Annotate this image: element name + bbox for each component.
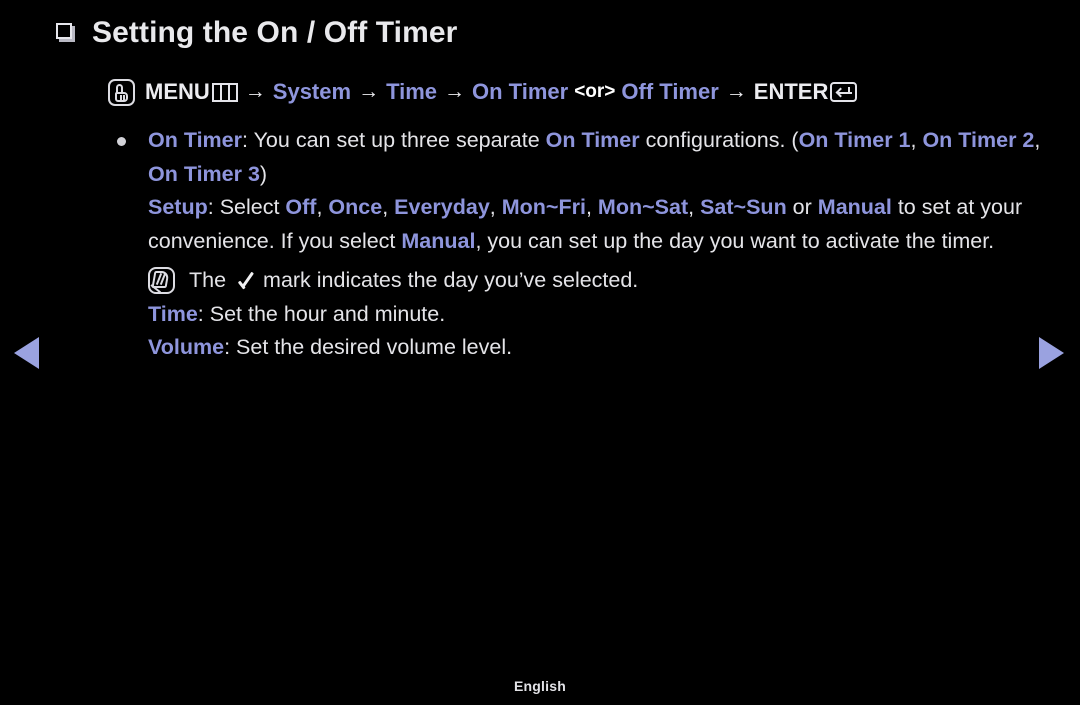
option-sat-sun: Sat~Sun [700,195,787,219]
path-arrow-2: → [358,80,380,103]
paragraph-setup-row: Setup: Select Off, Once, Everyday, Mon~F… [108,191,1048,258]
paragraph-volume: Volume: Set the desired volume level. [148,331,1048,365]
path-arrow-1: → [244,80,266,103]
term-on-timer-2: On Timer [545,128,640,152]
page-title-row: Setting the On / Off Timer [56,12,457,54]
p2-text-c: , you can set up the day you want to act… [475,228,995,253]
term-on-timer: On Timer [148,128,242,152]
p1-sep-1: , [910,128,923,152]
menu-path-on-timer[interactable]: On Timer [472,76,568,108]
note-text-a: The [189,268,233,292]
p2-text-a: Select [219,195,286,219]
p1-text-a: You can set up three separate [253,128,546,152]
p1-colon: : [242,128,254,152]
term-volume: Volume [148,335,225,359]
note-text-b: mark indicates the day you’ve selected. [263,268,639,292]
prev-page-button[interactable] [14,337,44,369]
p2-sep-0: , [316,195,329,219]
note-row: The mark indicates the day you’ve select… [108,264,1048,298]
note-text: The mark indicates the day you’ve select… [189,264,638,298]
p1-close: ) [259,161,268,186]
item-on-timer-1: On Timer 1 [798,128,911,152]
menu-path-breadcrumb: MENU → System → Time → On Timer <or> Off… [108,76,858,108]
title-square-bullet-icon [56,23,75,42]
right-triangle-icon [1039,337,1064,369]
content-body: On Timer: You can set up three separate … [108,124,1048,365]
paragraph-volume-row: Volume: Set the desired volume level. [108,331,1048,365]
next-page-button[interactable] [1039,337,1069,369]
option-everyday: Everyday [394,195,490,219]
option-mon-fri: Mon~Fri [501,195,586,219]
option-once: Once [328,195,383,219]
p2-sep-2: , [489,195,502,219]
option-manual-2: Manual [401,228,476,253]
note-pen-icon [148,267,175,294]
page-title: Setting the On / Off Timer [92,16,458,49]
option-mon-sat: Mon~Sat [597,195,689,219]
item-on-timer-2: On Timer 2 [922,128,1035,152]
term-setup: Setup [148,195,208,219]
p1-sep-2: , [1034,128,1041,152]
paragraph-time-row: Time: Set the hour and minute. [108,298,1048,332]
hand-touch-icon [108,78,135,106]
option-manual: Manual [817,195,892,219]
p1-text-b: configurations. ( [639,128,799,152]
p2-colon: : [207,195,220,219]
term-time: Time [148,301,198,326]
p3-text: Set the hour and minute. [209,301,446,326]
manual-page: Setting the On / Off Timer MENU → System… [0,0,1080,705]
check-mark-icon [237,271,258,290]
path-arrow-4: → [725,80,747,103]
item-on-timer-3: On Timer 3 [148,161,260,186]
menu-grid-icon [211,82,238,102]
option-off: Off [285,195,317,219]
p4-text: Set the desired volume level. [236,335,513,359]
p2-sep-3: , [585,195,598,219]
bullet-item-on-timer: On Timer: You can set up three separate … [108,124,1048,191]
p2-text-or: or [786,195,818,219]
menu-path-menu-label[interactable]: MENU [145,76,210,108]
menu-path-or-label: <or> [574,81,616,102]
paragraph-setup: Setup: Select Off, Once, Everyday, Mon~F… [148,191,1048,258]
p3-colon: : [197,301,210,326]
menu-path-enter-label[interactable]: ENTER [754,76,829,108]
menu-path-system[interactable]: System [273,76,351,108]
left-triangle-icon [14,337,39,369]
paragraph-on-timer: On Timer: You can set up three separate … [148,124,1048,191]
paragraph-time: Time: Set the hour and minute. [148,298,1048,332]
bullet-dot-icon [117,137,126,146]
menu-path-off-timer[interactable]: Off Timer [621,76,718,108]
path-arrow-3: → [444,80,466,103]
p2-sep-1: , [382,195,395,219]
menu-path-time[interactable]: Time [386,76,437,108]
enter-return-icon [830,82,858,102]
footer-language: English [514,678,566,694]
p4-colon: : [224,335,237,359]
p2-sep-4: , [688,195,701,219]
